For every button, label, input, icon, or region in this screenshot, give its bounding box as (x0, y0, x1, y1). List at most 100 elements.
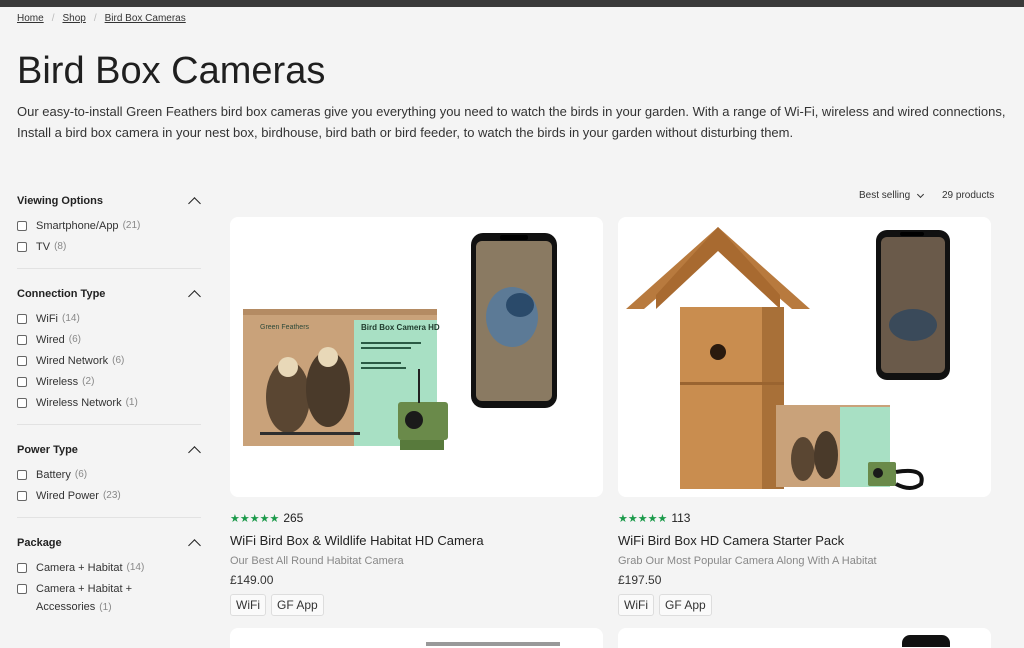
filter-group-power: Power Type Battery (6) Wired Power (23) (17, 437, 201, 518)
product-tag: WiFi (618, 594, 654, 616)
camera-antenna (418, 369, 420, 403)
filter-title: Viewing Options (17, 195, 103, 207)
filter-option-label: Smartphone/App (36, 220, 119, 232)
star-icons: ★★★★★ (230, 512, 280, 525)
filter-option[interactable]: Wireless (2) (17, 373, 201, 391)
box-brand-text: Green Feathers (260, 324, 310, 331)
chevron-down-icon (917, 190, 925, 199)
filter-option-count: (1) (125, 397, 138, 408)
filter-option-label: Wired (36, 334, 65, 346)
filter-group-connection: Connection Type WiFi (14) Wired (6) Wired … (17, 281, 201, 425)
filter-sidebar: Viewing Options Smartphone/App (21) TV (8)… (17, 188, 201, 641)
filter-title: Power Type (17, 444, 78, 456)
product-title[interactable]: WiFi Bird Box HD Camera Starter Pack (618, 533, 991, 548)
filter-header-package[interactable]: Package (17, 530, 201, 556)
filter-option[interactable]: Wireless Network (1) (17, 394, 201, 412)
filter-option-count: (14) (126, 562, 145, 573)
filter-group-package: Package Camera + Habitat (14) Camera + Ha… (17, 530, 201, 629)
product-card: Green Feathers Bird Box Camera HD ★★★★★ … (230, 217, 603, 616)
checkbox[interactable] (17, 221, 27, 231)
filter-option-count: (2) (82, 376, 95, 387)
checkbox[interactable] (17, 563, 27, 573)
product-illustration: Green Feathers Bird Box Camera HD (243, 233, 557, 450)
box-lines (361, 342, 421, 344)
filter-option-label: Camera + Habitat + Accessories (36, 583, 132, 613)
filter-header-connection[interactable]: Connection Type (17, 281, 201, 307)
sort-label: Best selling (859, 190, 911, 201)
rating: ★★★★★ 113 (618, 511, 991, 525)
filter-option[interactable]: Wired (6) (17, 331, 201, 349)
breadcrumb-shop[interactable]: Shop (62, 13, 85, 24)
filter-group-viewing: Viewing Options Smartphone/App (21) TV (8) (17, 188, 201, 269)
filter-option[interactable]: Camera + Habitat (14) (17, 559, 201, 577)
filter-option[interactable]: Battery (6) (17, 466, 201, 484)
product-illustration (626, 227, 950, 490)
sort-dropdown[interactable]: Best selling (859, 190, 925, 201)
filter-option[interactable]: TV (8) (17, 238, 201, 256)
filter-option-label: Wireless (36, 376, 79, 388)
breadcrumb: Home / Shop / Bird Box Cameras (17, 13, 186, 24)
filter-option-label: Battery (36, 469, 71, 481)
rating: ★★★★★ 265 (230, 511, 603, 525)
bird-face (278, 357, 298, 377)
checkbox[interactable] (17, 242, 27, 252)
filter-title: Connection Type (17, 288, 106, 300)
bird-on-screen (889, 309, 937, 341)
filter-header-power[interactable]: Power Type (17, 437, 201, 463)
product-image-peek (426, 642, 560, 646)
product-image[interactable] (618, 217, 991, 497)
filter-option[interactable]: Camera + Habitat + Accessories (1) (17, 580, 201, 617)
filter-option-count: (6) (68, 334, 81, 345)
camera-lens (405, 411, 423, 429)
filter-option[interactable]: Wired Network (6) (17, 352, 201, 370)
chevron-up-icon (188, 446, 201, 459)
chevron-up-icon (188, 539, 201, 552)
checkbox[interactable] (17, 398, 27, 408)
checkbox[interactable] (17, 335, 27, 345)
filter-title: Package (17, 537, 62, 549)
filter-option[interactable]: WiFi (14) (17, 310, 201, 328)
filter-option-label: Wired Power (36, 490, 99, 502)
breadcrumb-current[interactable]: Bird Box Cameras (105, 13, 186, 24)
breadcrumb-home[interactable]: Home (17, 13, 44, 24)
product-subtitle: Grab Our Most Popular Camera Along With … (618, 555, 877, 567)
product-count: 29 products (942, 190, 995, 201)
camera-lens (873, 468, 883, 478)
product-title[interactable]: WiFi Bird Box & Wildlife Habitat HD Came… (230, 533, 603, 548)
checkbox[interactable] (17, 377, 27, 387)
filter-option[interactable]: Wired Power (23) (17, 487, 201, 505)
filter-option[interactable]: Smartphone/App (21) (17, 217, 201, 235)
box-edge (243, 309, 437, 315)
filter-option-label: TV (36, 241, 51, 253)
product-price: £197.50 (618, 573, 662, 587)
product-image[interactable]: Green Feathers Bird Box Camera HD (230, 217, 603, 497)
bird-illustration (791, 437, 815, 481)
checkbox[interactable] (17, 356, 27, 366)
checkbox[interactable] (17, 314, 27, 324)
product-tag: GF App (659, 594, 712, 616)
filter-option-label: WiFi (36, 313, 58, 325)
product-tag: WiFi (230, 594, 266, 616)
phone-notch (500, 235, 528, 240)
page-intro: Our easy-to-install Green Feathers bird … (17, 104, 1006, 140)
filter-option-count: (23) (102, 490, 121, 501)
product-tag: GF App (271, 594, 324, 616)
product-card-next[interactable] (618, 628, 991, 648)
camera-cable (895, 468, 924, 490)
page-title: Bird Box Cameras (17, 50, 326, 92)
star-icons: ★★★★★ (618, 512, 668, 525)
product-tags: WiFi GF App (230, 594, 603, 616)
filter-header-viewing[interactable]: Viewing Options (17, 188, 201, 214)
top-bar (0, 0, 1024, 7)
breadcrumb-separator: / (51, 13, 55, 24)
filter-option-count: (14) (62, 313, 80, 324)
filter-option-text: Camera + Habitat + Accessories (1) (36, 580, 156, 617)
checkbox[interactable] (17, 470, 27, 480)
checkbox[interactable] (17, 491, 27, 501)
chevron-up-icon (188, 197, 201, 210)
box-lines (361, 367, 406, 369)
chevron-up-icon (188, 290, 201, 303)
review-count: 113 (671, 511, 691, 525)
product-card-next[interactable] (230, 628, 603, 648)
checkbox[interactable] (17, 584, 27, 594)
